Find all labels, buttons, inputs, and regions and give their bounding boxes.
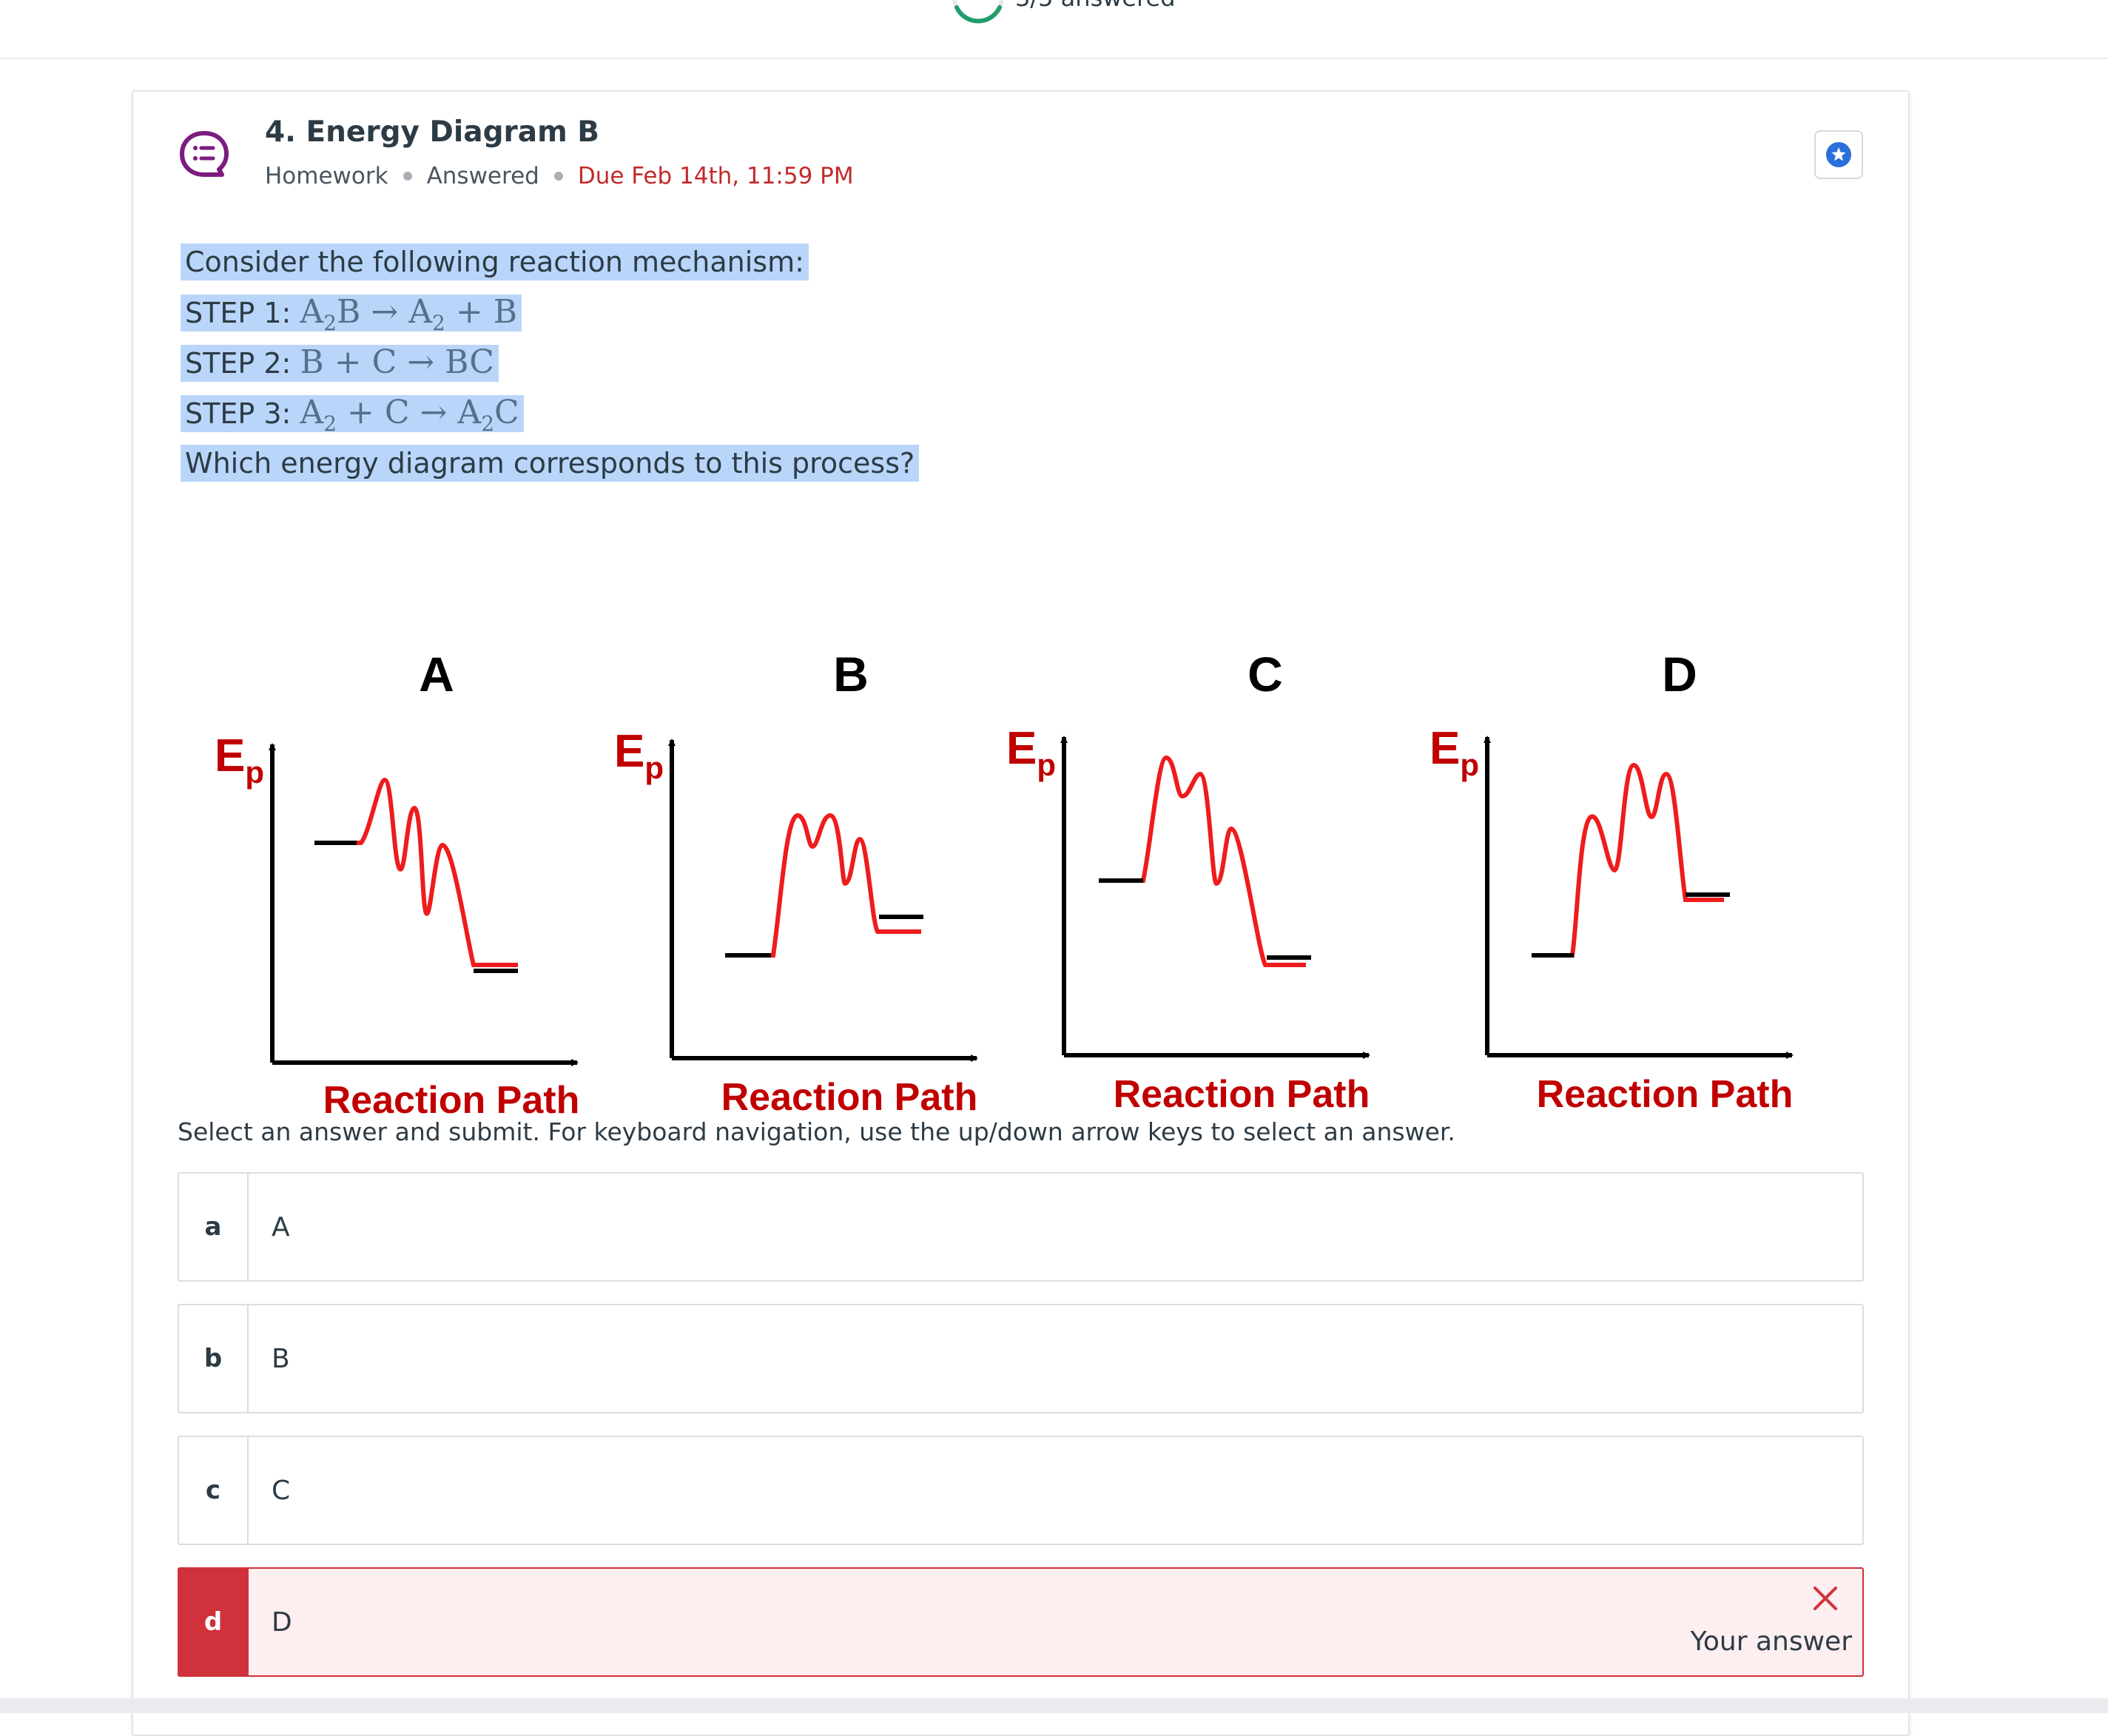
y-axis-label: Ep (215, 730, 264, 790)
option-text: A (272, 1211, 290, 1242)
progress-ring-icon (952, 0, 1004, 24)
step-label: STEP 2: (185, 347, 292, 380)
step-equation: A2B → A2 + B (300, 293, 518, 335)
question-status: Answered (426, 163, 539, 189)
y-axis-label: Ep (1006, 723, 1056, 782)
panel-label: C (1247, 647, 1283, 702)
mechanism-step: STEP 3: A2 + C → A2C (181, 388, 919, 438)
stem-intro: Consider the following reaction mechanis… (181, 243, 809, 280)
step-label: STEP 3: (185, 397, 292, 430)
star-icon (1826, 142, 1851, 167)
question-title: 4. Energy Diagram B (265, 115, 600, 149)
energy-curve (1099, 755, 1306, 967)
favorite-button[interactable] (1814, 130, 1863, 179)
option-letter: d (179, 1569, 249, 1675)
separator-dot (553, 172, 563, 181)
panel-label: B (833, 647, 869, 702)
option-letter: a (179, 1174, 249, 1280)
mechanism-step: STEP 1: A2B → A2 + B (181, 287, 919, 337)
top-header: 3/5 answered (0, 0, 2108, 59)
energy-diagrams-figure: A Ep Reaction Path B Ep Reaction Path C … (215, 647, 1794, 1122)
diagram-panel-a: A Ep Reaction Path (215, 647, 579, 1122)
diagram-panel-c: C Ep Reaction Path (1006, 647, 1370, 1116)
question-due: Due Feb 14th, 11:59 PM (577, 163, 854, 189)
mechanism-step: STEP 2: B + C → BC (181, 337, 919, 388)
question-meta: Homework Answered Due Feb 14th, 11:59 PM (265, 163, 854, 189)
y-axis-label: Ep (1430, 723, 1479, 782)
option-text: B (272, 1343, 290, 1374)
answer-option-a[interactable]: a A (178, 1172, 1864, 1282)
energy-curve (725, 813, 921, 958)
question-type: Homework (265, 163, 388, 189)
discussion-bubble-icon (180, 131, 229, 177)
progress-text: 3/5 answered (1015, 0, 1176, 12)
answer-option-b[interactable]: b B (178, 1304, 1864, 1413)
question-text: Which energy diagram corresponds to this… (181, 445, 920, 482)
your-answer-label: Your answer (1690, 1626, 1852, 1657)
y-axis-label: Ep (614, 726, 664, 785)
panel-label: D (1662, 647, 1697, 702)
answer-option-d[interactable]: d D Your answer (178, 1567, 1864, 1677)
option-letter: c (179, 1437, 249, 1544)
option-text: D (272, 1607, 292, 1638)
energy-curve (1532, 762, 1724, 958)
panel-label: A (419, 647, 454, 702)
answer-instruction: Select an answer and submit. For keyboar… (178, 1117, 1455, 1146)
option-text: C (272, 1475, 291, 1506)
step-equation: A2 + C → A2C (300, 394, 519, 436)
x-axis-label: Reaction Path (1537, 1073, 1794, 1116)
incorrect-x-icon (1814, 1587, 1837, 1610)
energy-curve (314, 777, 518, 967)
option-letter: b (179, 1305, 249, 1412)
x-axis-label: Reaction Path (323, 1079, 580, 1122)
bottom-divider (0, 1698, 2108, 1713)
step-equation: B + C → BC (300, 343, 494, 381)
question-card: 4. Energy Diagram B Homework Answered Du… (132, 90, 1910, 1736)
question-stem: Consider the following reaction mechanis… (181, 237, 920, 488)
step-label: STEP 1: (185, 297, 292, 329)
x-axis-label: Reaction Path (721, 1076, 978, 1119)
diagram-panel-b: B Ep Reaction Path (614, 647, 978, 1119)
x-axis-label: Reaction Path (1114, 1073, 1370, 1116)
diagram-panel-d: D Ep Reaction Path (1430, 647, 1794, 1116)
separator-dot (403, 172, 412, 181)
answer-option-c[interactable]: c C (178, 1436, 1864, 1545)
